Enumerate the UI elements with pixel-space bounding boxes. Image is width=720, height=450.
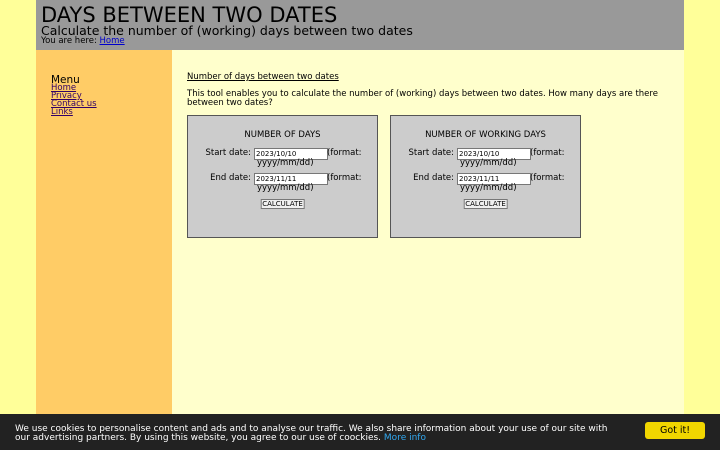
format-hint: (format: [327,148,362,158]
start-date-label: Start date: [205,148,252,158]
format-hint-value: yyyy/mm/dd) [460,183,517,193]
format-hint: (format: [530,173,565,183]
format-hint-value: yyyy/mm/dd) [460,158,517,168]
page-container: DAYS BETWEEN TWO DATES Calculate the num… [36,0,684,450]
breadcrumb-home-link[interactable]: Home [100,36,125,46]
main-content: Number of days between two dates This to… [187,72,672,238]
menu-item-links[interactable]: Links [51,107,73,117]
cookie-message: We use cookies to personalise content an… [15,425,625,443]
start-date-label: Start date: [408,148,455,158]
format-hint-value: yyyy/mm/dd) [257,183,314,193]
number-of-working-days-form: NUMBER OF WORKING DAYS Start date: (form… [390,115,581,238]
format-hint-value: yyyy/mm/dd) [257,158,314,168]
cookie-banner: We use cookies to personalise content an… [0,414,720,450]
end-date-label: End date: [413,173,454,183]
cookie-more-info-link[interactable]: More info [384,433,426,443]
format-hint: (format: [327,173,362,183]
calculate-days-button[interactable]: CALCULATE [260,199,305,209]
intro-text: This tool enables you to calculate the n… [187,89,658,108]
breadcrumb-prefix: You are here: [41,36,97,46]
cookie-text: We use cookies to personalise content an… [15,424,608,443]
cookie-accept-button[interactable]: Got it! [645,422,705,439]
breadcrumb: You are here: Home [41,36,125,46]
form-title: NUMBER OF DAYS [244,130,321,140]
sidebar: Menu Home Privacy Contact us Links [36,50,172,450]
form-title: NUMBER OF WORKING DAYS [425,130,546,140]
menu-list: Home Privacy Contact us Links [51,84,97,117]
calculate-working-days-button[interactable]: CALCULATE [463,199,508,209]
site-header: DAYS BETWEEN TWO DATES Calculate the num… [36,0,684,50]
end-date-label: End date: [210,173,251,183]
format-hint: (format: [530,148,565,158]
number-of-days-form: NUMBER OF DAYS Start date: (format: yyyy… [187,115,378,238]
content-heading: Number of days between two dates [187,72,339,82]
